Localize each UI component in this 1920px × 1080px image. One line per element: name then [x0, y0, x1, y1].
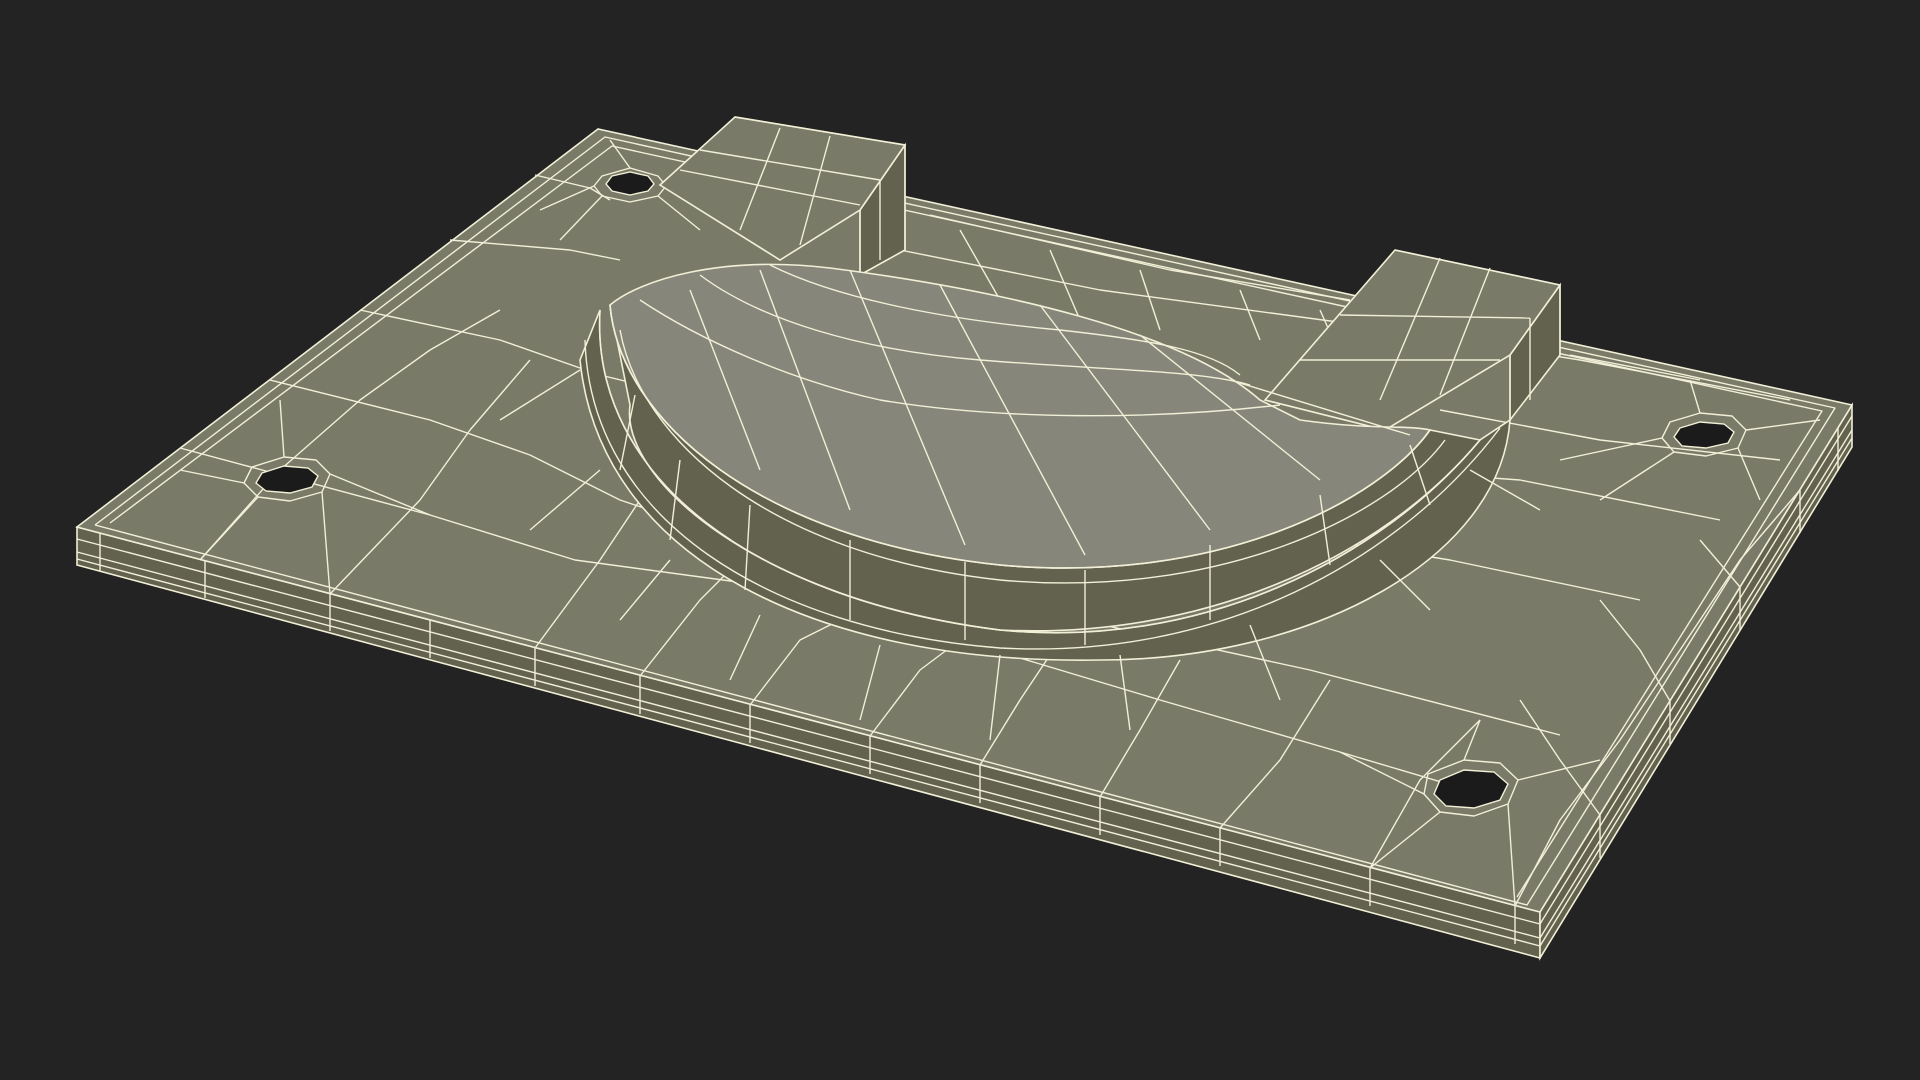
wireframe-scene	[0, 0, 1920, 1080]
render-viewport	[0, 0, 1920, 1080]
